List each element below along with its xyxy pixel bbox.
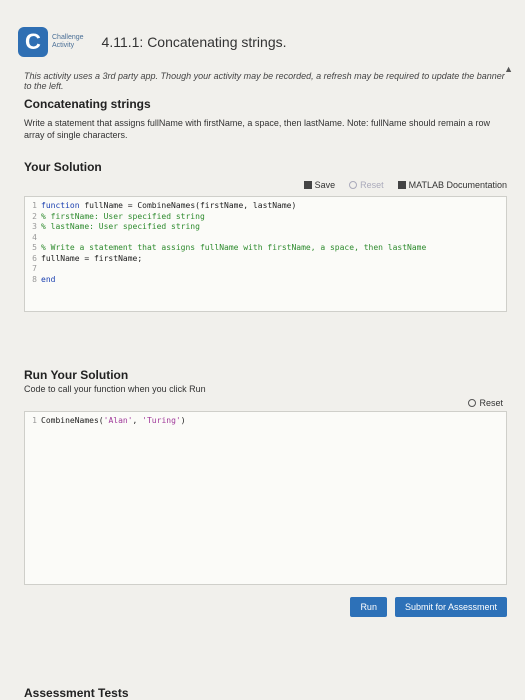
- code-line: 8 end: [32, 274, 56, 284]
- code-line: 5% Write a statement that assigns fullNa…: [32, 243, 427, 252]
- run-subtext: Code to call your function when you clic…: [24, 384, 206, 394]
- run-code-editor[interactable]: 1 CombineNames('Alan', 'Turing'): [24, 411, 507, 585]
- assessment-tests-heading: Assessment Tests: [24, 686, 129, 700]
- run-reset-label: Reset: [479, 398, 503, 408]
- collapse-caret-icon[interactable]: ▲: [504, 64, 513, 74]
- code-line: 3% lastName: User specified string: [32, 222, 200, 231]
- your-solution-heading: Your Solution: [24, 160, 102, 174]
- reset-icon: [349, 181, 358, 189]
- activity-header: C Challenge Activity 4.11.1: Concatenati…: [18, 22, 511, 62]
- docs-icon: [397, 181, 406, 189]
- solution-code-editor[interactable]: 1 function fullName = CombineNames(firstN…: [24, 196, 507, 312]
- logo-sub-line1: Challenge: [52, 34, 84, 41]
- docs-label: MATLAB Documentation: [408, 180, 507, 190]
- logo-subtitle: Challenge Activity: [52, 34, 84, 50]
- third-party-notice: This activity uses a 3rd party app. Thou…: [24, 71, 505, 91]
- solution-toolbar: Save Reset MATLAB Documentation: [24, 176, 507, 194]
- code-line: 2% firstName: User specified string: [32, 211, 205, 221]
- code-line: 1 function fullName = CombineNames(firstN…: [32, 201, 297, 210]
- reset-icon: [468, 399, 477, 407]
- task-description: Write a statement that assigns fullName …: [24, 118, 491, 140]
- action-buttons: Run Submit for Assessment: [350, 597, 507, 617]
- save-icon: [303, 181, 312, 189]
- code-line: 1 CombineNames('Alan', 'Turing'): [32, 416, 186, 425]
- code-line: 4: [32, 232, 37, 242]
- run-button[interactable]: Run: [350, 597, 387, 617]
- activity-title: 4.11.1: Concatenating strings.: [101, 34, 287, 50]
- run-reset-button[interactable]: Reset: [468, 398, 503, 408]
- reset-label: Reset: [360, 180, 384, 190]
- run-solution-heading: Run Your Solution: [24, 368, 129, 382]
- activity-page: C Challenge Activity 4.11.1: Concatenati…: [0, 0, 525, 700]
- reset-button[interactable]: Reset: [349, 180, 384, 190]
- task-heading: Concatenating strings: [24, 97, 151, 111]
- challenge-logo: C: [18, 27, 48, 57]
- submit-assessment-button[interactable]: Submit for Assessment: [394, 597, 507, 617]
- code-line: 7: [32, 264, 37, 273]
- code-line: 6 fullName = firstName;: [32, 253, 143, 263]
- save-label: Save: [314, 180, 336, 190]
- logo-sub-line2: Activity: [52, 42, 75, 49]
- matlab-docs-link[interactable]: MATLAB Documentation: [397, 180, 507, 190]
- save-button[interactable]: Save: [303, 180, 336, 190]
